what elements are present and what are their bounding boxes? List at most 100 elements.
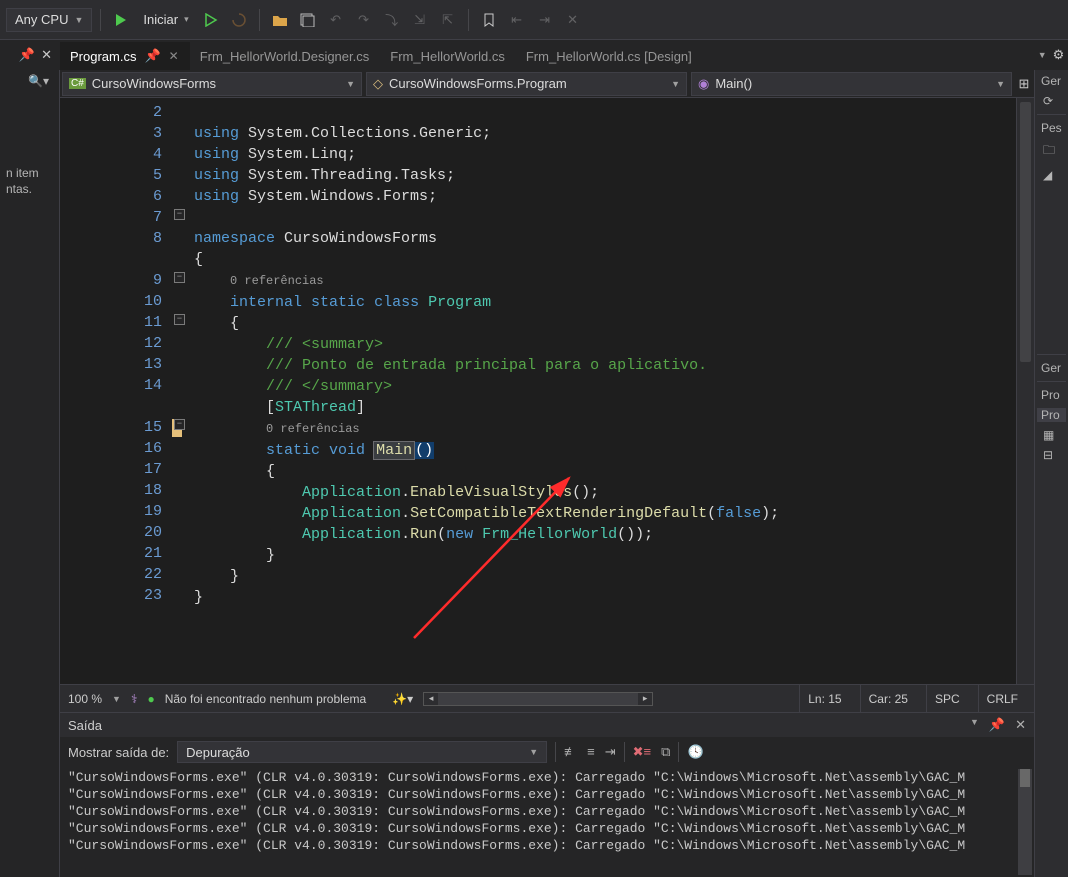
code-surface[interactable]: using System.Collections.Generic; using … [194, 98, 1016, 684]
log-line: "CursoWindowsForms.exe" (CLR v4.0.30319:… [68, 838, 965, 853]
nav-class-combo[interactable]: ◇CursoWindowsForms.Program ▼ [366, 72, 687, 96]
open-folder-icon[interactable] [268, 8, 292, 32]
undo-icon[interactable]: ↶ [324, 8, 348, 32]
tab-pin-icon[interactable]: 📌 [144, 48, 160, 64]
output-from-label: Mostrar saída de: [68, 745, 169, 760]
method-icon: ◉ [698, 76, 709, 92]
output-log[interactable]: "CursoWindowsForms.exe" (CLR v4.0.30319:… [60, 767, 1034, 877]
chevron-down-icon[interactable]: ▼ [112, 694, 121, 704]
bookmark-clear-icon[interactable]: ✕ [561, 8, 585, 32]
output-source-text: Depuração [186, 745, 250, 760]
output-source-combo[interactable]: Depuração ▼ [177, 741, 547, 763]
line-endings[interactable]: CRLF [978, 685, 1026, 712]
caret-line: Ln: 15 [799, 685, 849, 712]
code-editor[interactable]: 234567891011121314151617181920212223 − −… [60, 98, 1034, 684]
output-panel: Saída ▼ 📌 ✕ Mostrar saída de: Depuração … [60, 712, 1034, 877]
tree-icon[interactable]: ◢ [1037, 168, 1052, 182]
clear-output-icon[interactable]: ✖≡ [633, 744, 651, 760]
fold-gutter: − − − − [170, 98, 194, 684]
bookmark-next-icon[interactable]: ⇥ [533, 8, 557, 32]
chevron-down-icon: ▼ [996, 79, 1005, 89]
pin-icon[interactable]: 📌 [989, 717, 1005, 733]
step-out-icon[interactable]: ⇱ [436, 8, 460, 32]
close-panel-icon[interactable]: ✕ [41, 47, 52, 63]
fold-toggle[interactable]: − [174, 314, 185, 325]
timestamp-icon[interactable]: 🕓 [687, 744, 703, 760]
nav-class-text: CursoWindowsForms.Program [389, 76, 567, 91]
scroll-right-icon[interactable]: ▸ [638, 693, 652, 705]
chevron-down-icon: ▼ [529, 747, 538, 757]
save-all-icon[interactable] [296, 8, 320, 32]
editor-status-bar: 100 % ▼ ⚕ ● Não foi encontrado nenhum pr… [60, 684, 1034, 712]
split-view-icon[interactable]: ⊞ [1014, 76, 1034, 92]
folder-icon[interactable]: 🗀 [1037, 141, 1055, 162]
chevron-down-icon: ▾ [184, 14, 189, 25]
scrollbar-thumb[interactable] [1020, 769, 1030, 787]
start-play-icon[interactable] [109, 8, 133, 32]
health-icon[interactable]: ⚕ [131, 692, 138, 706]
tab-overflow-icon[interactable]: ▼ [1038, 50, 1047, 60]
right-panel-label[interactable]: Ger [1037, 74, 1061, 88]
grid-icon[interactable]: ▦ [1037, 428, 1054, 442]
right-panel-label[interactable]: Pro [1037, 388, 1060, 402]
bookmark-prev-icon[interactable]: ⇤ [505, 8, 529, 32]
line-number-gutter: 234567891011121314151617181920212223 [60, 98, 170, 684]
right-panel-label[interactable]: Pro [1037, 408, 1066, 422]
indent-mode[interactable]: SPC [926, 685, 968, 712]
close-icon[interactable]: ✕ [1015, 717, 1026, 733]
chevron-down-icon: ▼ [671, 79, 680, 89]
goto-icon[interactable]: ⇥ [605, 744, 616, 760]
toolbox-hint: n item ntas. [6, 165, 56, 197]
vertical-scrollbar[interactable] [1016, 98, 1034, 684]
keep-icon[interactable]: ⧉ [661, 744, 670, 760]
log-line: "CursoWindowsForms.exe" (CLR v4.0.30319:… [68, 770, 965, 785]
tab-cs[interactable]: Frm_HellorWorld.cs [380, 42, 516, 70]
right-panel-label[interactable]: Ger [1037, 361, 1061, 375]
log-line: "CursoWindowsForms.exe" (CLR v4.0.30319:… [68, 821, 965, 836]
zoom-level[interactable]: 100 % [68, 692, 102, 706]
start-no-debug-icon[interactable] [199, 8, 223, 32]
caret-col: Car: 25 [860, 685, 916, 712]
scrollbar-thumb[interactable] [1020, 102, 1031, 362]
tab-design[interactable]: Frm_HellorWorld.cs [Design] [516, 42, 703, 70]
platform-combo[interactable]: Any CPU ▼ [6, 8, 92, 32]
tab-program[interactable]: Program.cs 📌 ✕ [60, 42, 190, 70]
issues-text: Não foi encontrado nenhum problema [165, 692, 366, 706]
hot-reload-icon[interactable] [227, 8, 251, 32]
nav-project-text: CursoWindowsForms [92, 76, 216, 91]
chevron-down-icon[interactable]: ▼ [970, 717, 979, 733]
tab-designer[interactable]: Frm_HellorWorld.Designer.cs [190, 42, 381, 70]
tab-design-label: Frm_HellorWorld.cs [Design] [526, 49, 692, 64]
nav-member-text: Main() [715, 76, 752, 91]
horizontal-scrollbar[interactable]: ◂ ▸ [423, 692, 653, 706]
tab-close-icon[interactable]: ✕ [169, 49, 179, 63]
scroll-left-icon[interactable]: ◂ [424, 693, 438, 705]
bookmark-icon[interactable] [477, 8, 501, 32]
step-into-icon[interactable]: ⇲ [408, 8, 432, 32]
wand-icon[interactable]: ✨▾ [392, 692, 413, 706]
main-toolbar: Any CPU ▼ Iniciar ▾ ↶ ↷ ⤵ ⇲ ⇱ ⇤ ⇥ ✕ [0, 0, 1068, 40]
toggle-wrap-icon[interactable]: ≡ [587, 744, 595, 760]
step-over-icon[interactable]: ⤵ [380, 8, 404, 32]
start-button-label: Iniciar [143, 12, 178, 27]
log-line: "CursoWindowsForms.exe" (CLR v4.0.30319:… [68, 804, 965, 819]
tab-program-label: Program.cs [70, 49, 136, 64]
right-sidebar: Ger ⟳ Pes 🗀 ◢ Ger Pro Pro ▦ ⊟ [1034, 70, 1068, 877]
fold-toggle[interactable]: − [174, 209, 185, 220]
nav-project-combo[interactable]: C#CursoWindowsForms ▼ [62, 72, 362, 96]
collapse-icon[interactable]: ⊟ [1037, 448, 1053, 462]
chevron-down-icon: ▼ [74, 15, 83, 25]
fold-toggle[interactable]: − [174, 272, 185, 283]
start-button[interactable]: Iniciar ▾ [137, 8, 194, 32]
ok-check-icon: ● [147, 692, 154, 706]
nav-member-combo[interactable]: ◉ Main() ▼ [691, 72, 1012, 96]
search-icon[interactable]: 🔍▾ [28, 74, 49, 88]
right-panel-label[interactable]: Pes [1037, 121, 1062, 135]
refresh-icon[interactable]: ⟳ [1037, 94, 1053, 108]
clear-all-icon[interactable]: ≢ [564, 744, 577, 760]
redo-icon[interactable]: ↷ [352, 8, 376, 32]
output-scrollbar[interactable] [1018, 769, 1032, 875]
fold-toggle[interactable]: − [174, 419, 185, 430]
gear-icon[interactable]: ⚙ [1053, 47, 1065, 63]
pin-icon[interactable]: 📌 [19, 47, 35, 63]
